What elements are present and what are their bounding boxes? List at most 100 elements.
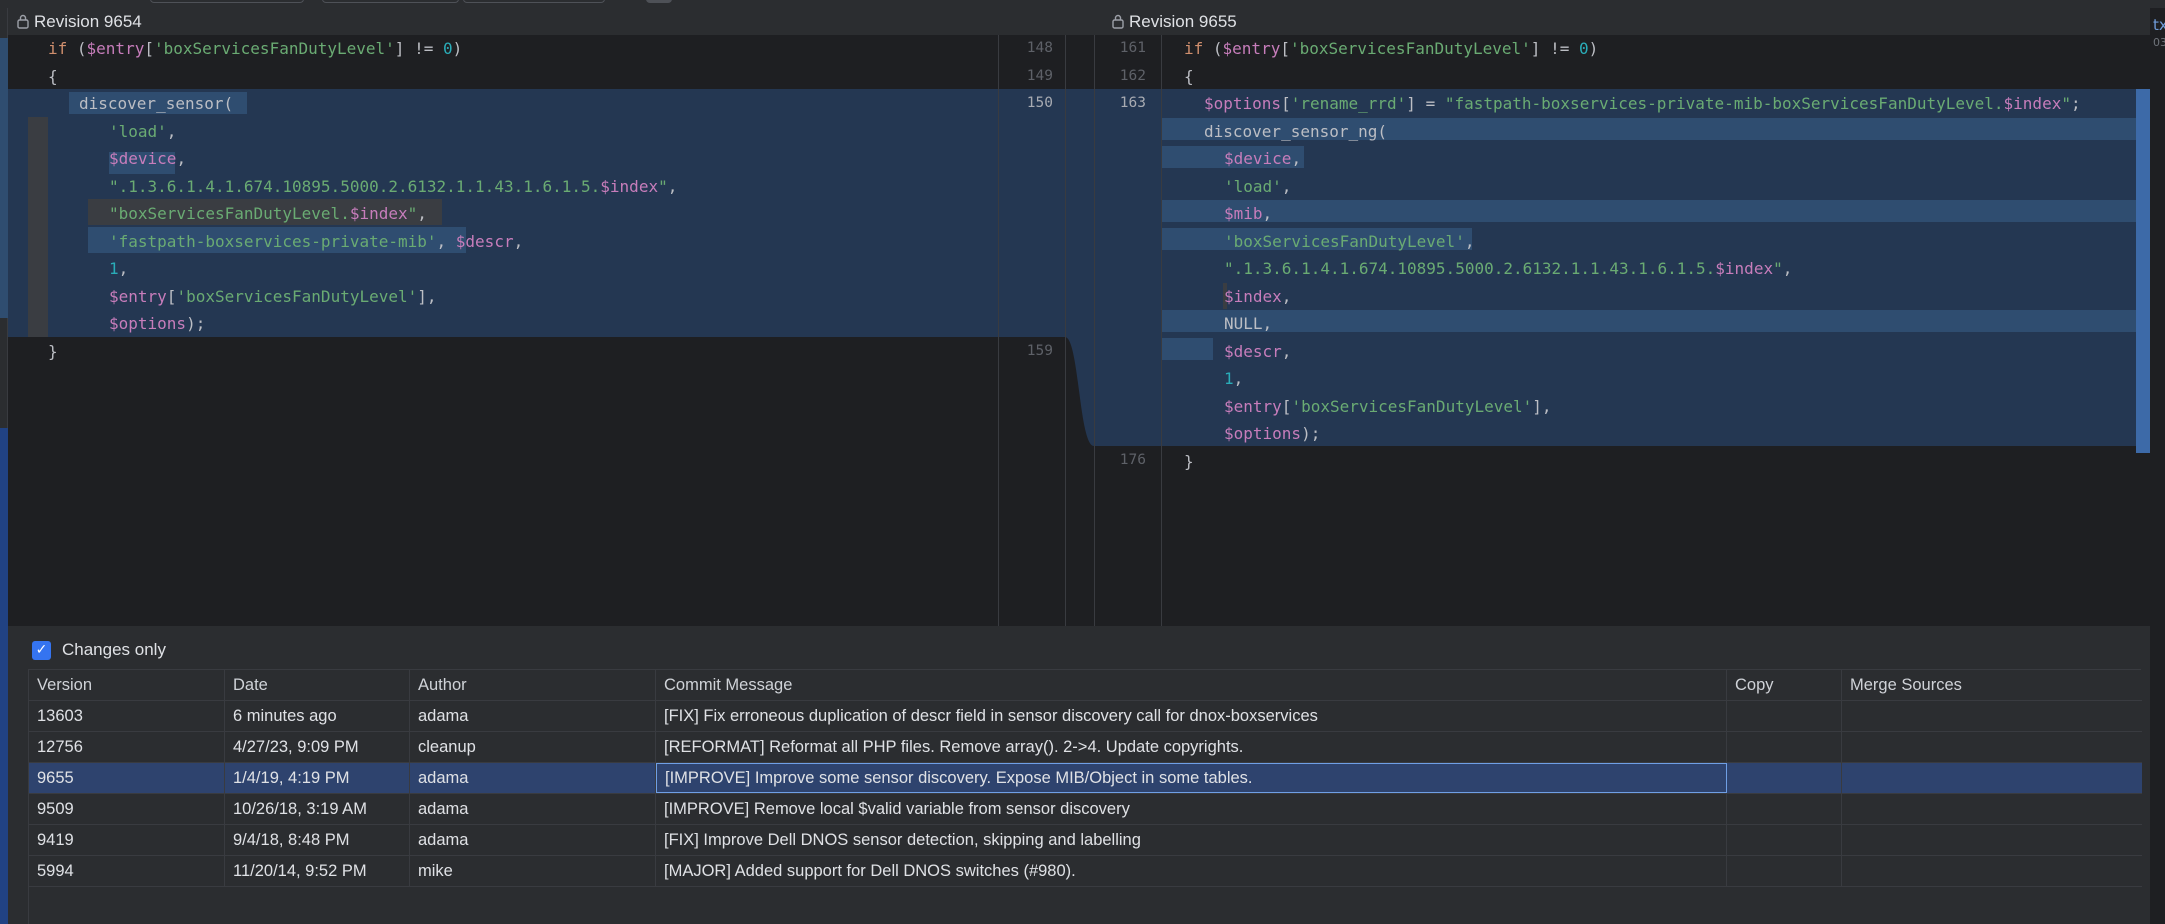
code-line: discover_sensor( bbox=[79, 94, 234, 113]
cell-merge-sources bbox=[1842, 794, 2142, 824]
cell-commit-message: [IMPROVE] Improve some sensor discovery.… bbox=[656, 763, 1727, 793]
cell-author: adama bbox=[410, 701, 656, 731]
column-header-copy[interactable]: Copy bbox=[1727, 670, 1842, 700]
cell-date: 1/4/19, 4:19 PM bbox=[225, 763, 410, 793]
gutter-right-highlight bbox=[1094, 89, 1161, 446]
diff-marker-stripe bbox=[2136, 89, 2150, 453]
code-line: { bbox=[48, 66, 58, 86]
cell-author: mike bbox=[410, 856, 656, 886]
code-line: 'load', bbox=[1224, 176, 1292, 196]
cell-author: adama bbox=[410, 763, 656, 793]
diff-gutter: 148 149 150 159 161 162 163 176 bbox=[999, 35, 1161, 626]
cell-date: 4/27/23, 9:09 PM bbox=[225, 732, 410, 762]
code-line: "boxServicesFanDutyLevel.$index", bbox=[109, 204, 427, 223]
cell-copy bbox=[1727, 763, 1842, 793]
table-row[interactable]: 9509 10/26/18, 3:19 AM adama [IMPROVE] R… bbox=[29, 794, 2142, 825]
toolbar-button[interactable] bbox=[463, 0, 605, 3]
code-line: $options); bbox=[109, 314, 206, 333]
cell-merge-sources bbox=[1842, 732, 2142, 762]
cell-commit-message: [IMPROVE] Remove local $valid variable f… bbox=[656, 794, 1727, 824]
code-line: 'boxServicesFanDutyLevel', bbox=[1224, 231, 1475, 251]
table-row-selected[interactable]: 9655 1/4/19, 4:19 PM adama [IMPROVE] Imp… bbox=[29, 763, 2142, 794]
code-line: $mib, bbox=[1224, 204, 1273, 223]
right-revision-title: Revision 9655 bbox=[1129, 11, 1237, 31]
code-line: $device, bbox=[109, 149, 187, 168]
cell-version: 5994 bbox=[29, 856, 225, 886]
cell-version: 13603 bbox=[29, 701, 225, 731]
line-number: 162 bbox=[1119, 67, 1146, 84]
edge-highlight bbox=[0, 428, 8, 924]
table-row[interactable]: 12756 4/27/23, 9:09 PM cleanup [REFORMAT… bbox=[29, 732, 2142, 763]
edge-text: tx bbox=[2153, 16, 2165, 34]
left-revision-title: Revision 9654 bbox=[34, 11, 142, 31]
diff-inline-change bbox=[1162, 338, 1213, 360]
code-line: NULL, bbox=[1224, 314, 1273, 333]
cell-version: 12756 bbox=[29, 732, 225, 762]
code-line: } bbox=[48, 341, 58, 361]
cell-commit-message: [FIX] Fix erroneous duplication of descr… bbox=[656, 701, 1727, 731]
table-empty-area bbox=[29, 887, 2142, 924]
table-row[interactable]: 9419 9/4/18, 8:48 PM adama [FIX] Improve… bbox=[29, 825, 2142, 856]
cell-date: 9/4/18, 8:48 PM bbox=[225, 825, 410, 855]
lock-icon bbox=[1112, 14, 1124, 29]
table-row[interactable]: 5994 11/20/14, 9:52 PM mike [MAJOR] Adde… bbox=[29, 856, 2142, 887]
column-header-merge-sources[interactable]: Merge Sources bbox=[1842, 670, 2142, 700]
code-line: 1, bbox=[1224, 369, 1244, 388]
code-line: discover_sensor_ng( bbox=[1204, 121, 1388, 141]
table-row[interactable]: 13603 6 minutes ago adama [FIX] Fix erro… bbox=[29, 701, 2142, 732]
changes-only-label: Changes only bbox=[62, 640, 166, 659]
cell-copy bbox=[1727, 701, 1842, 731]
code-line: { bbox=[1184, 66, 1194, 86]
top-toolbar-strip bbox=[0, 0, 2165, 8]
cell-version: 9419 bbox=[29, 825, 225, 855]
code-line: if ($entry['boxServicesFanDutyLevel'] !=… bbox=[48, 39, 463, 58]
code-line: 'load', bbox=[109, 121, 177, 141]
edge-text: 03 bbox=[2153, 36, 2165, 49]
cell-date: 11/20/14, 9:52 PM bbox=[225, 856, 410, 886]
diff-inline-change bbox=[1162, 200, 2150, 222]
line-number: 149 bbox=[1026, 67, 1053, 84]
cell-copy bbox=[1727, 794, 1842, 824]
checkbox-checked-icon[interactable]: ✓ bbox=[32, 640, 51, 660]
cell-version: 9509 bbox=[29, 794, 225, 824]
column-header-commit-message[interactable]: Commit Message bbox=[656, 670, 1727, 700]
cell-author: cleanup bbox=[410, 732, 656, 762]
code-line: 'fastpath-boxservices-private-mib', $des… bbox=[109, 231, 524, 251]
code-line: if ($entry['boxServicesFanDutyLevel'] !=… bbox=[1184, 39, 1599, 58]
line-number: 163 bbox=[1119, 95, 1146, 111]
left-window-edge bbox=[0, 8, 8, 924]
table-header-row: Version Date Author Commit Message Copy … bbox=[29, 670, 2142, 701]
gutter-separator bbox=[1094, 35, 1095, 626]
column-header-author[interactable]: Author bbox=[410, 670, 656, 700]
gutter-separator bbox=[1065, 35, 1066, 626]
code-line: $descr, bbox=[1224, 341, 1292, 361]
cell-commit-message: [REFORMAT] Reformat all PHP files. Remov… bbox=[656, 732, 1727, 762]
toolbar-button[interactable] bbox=[322, 0, 459, 3]
code-line: $options); bbox=[1224, 424, 1321, 443]
left-revision-header: Revision 9654 bbox=[8, 8, 1110, 35]
cell-commit-message: [FIX] Improve Dell DNOS sensor detection… bbox=[656, 825, 1727, 855]
cell-commit-message: [MAJOR] Added support for Dell DNOS swit… bbox=[656, 856, 1727, 886]
cell-date: 6 minutes ago bbox=[225, 701, 410, 731]
code-line: $options['rename_rrd'] = "fastpath-boxse… bbox=[1204, 94, 2081, 113]
cell-version: 9655 bbox=[29, 763, 225, 793]
cell-author: adama bbox=[410, 794, 656, 824]
code-line: ".1.3.6.1.4.1.674.10895.5000.2.6132.1.1.… bbox=[109, 176, 678, 196]
code-line: $entry['boxServicesFanDutyLevel'], bbox=[1224, 396, 1552, 416]
code-line: 1, bbox=[109, 259, 129, 278]
history-panel: ✓ Changes only Version Date Author Commi… bbox=[8, 626, 2150, 924]
line-number: 159 bbox=[1026, 342, 1053, 359]
line-number: 176 bbox=[1119, 452, 1146, 468]
changes-only-toggle[interactable]: ✓ Changes only bbox=[32, 640, 166, 660]
line-number: 161 bbox=[1119, 40, 1146, 56]
right-code-pane[interactable]: if ($entry['boxServicesFanDutyLevel'] !=… bbox=[1162, 35, 2150, 626]
cell-author: adama bbox=[410, 825, 656, 855]
column-header-date[interactable]: Date bbox=[225, 670, 410, 700]
edge-highlight bbox=[0, 38, 8, 318]
column-header-version[interactable]: Version bbox=[29, 670, 225, 700]
left-code-pane[interactable]: if ($entry['boxServicesFanDutyLevel'] !=… bbox=[8, 35, 998, 626]
toolbar-button[interactable] bbox=[150, 0, 304, 3]
toolbar-icon-button[interactable] bbox=[646, 0, 672, 3]
right-window-edge: tx 03 bbox=[2150, 8, 2165, 924]
diff-gutter-marker bbox=[28, 117, 48, 337]
